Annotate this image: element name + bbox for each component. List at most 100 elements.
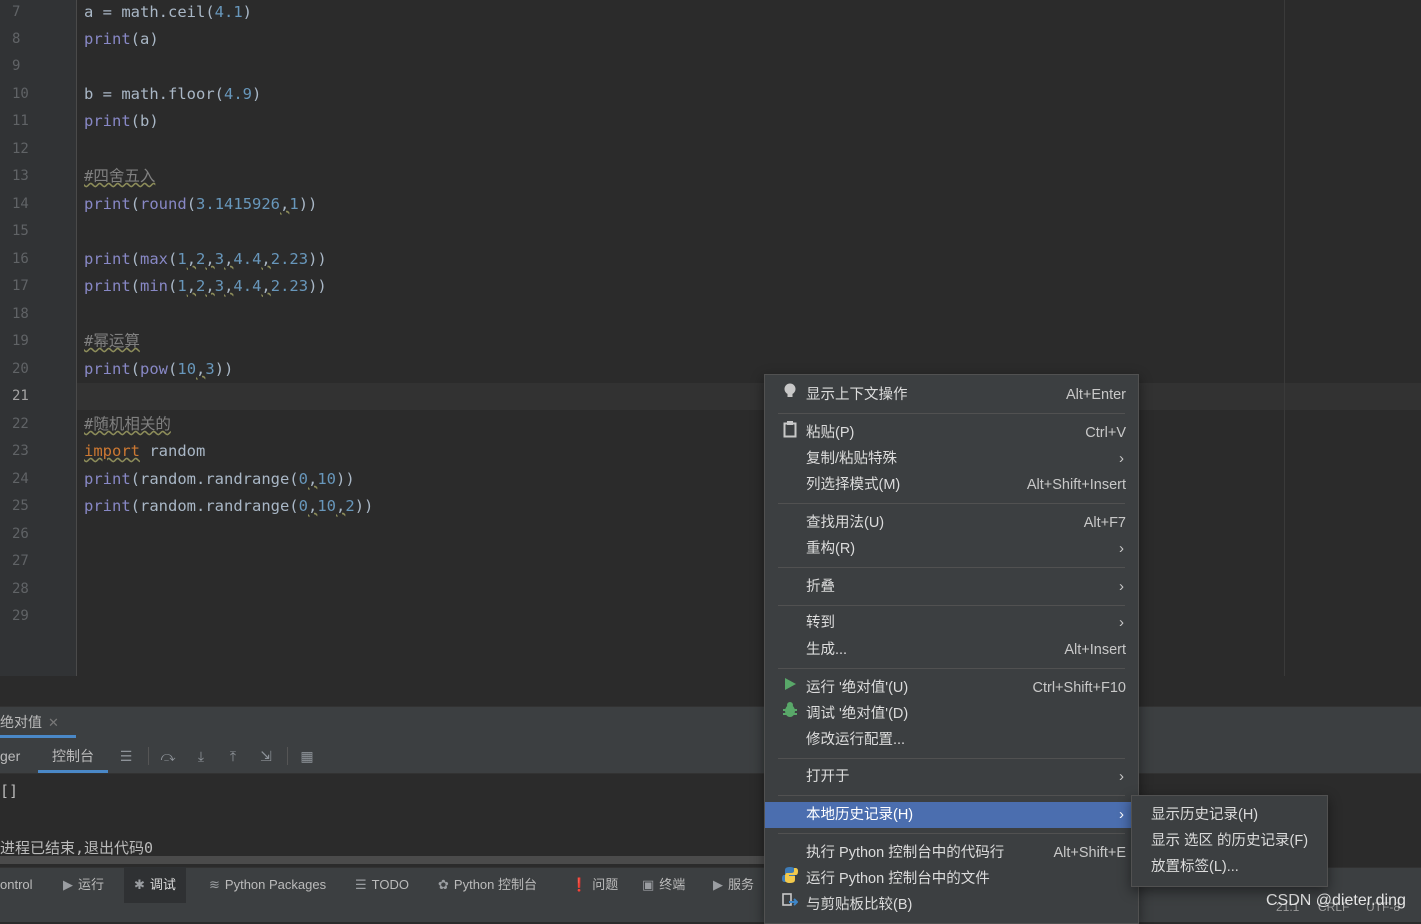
menu-separator (778, 795, 1125, 796)
line-number: 23 (12, 443, 29, 459)
local-history-submenu: 显示历史记录(H) 显示 选区 的历史记录(F) 放置标签(L)... (1131, 795, 1328, 887)
packages-icon: ≋ (209, 877, 220, 892)
tool-version-control[interactable]: ontrol (0, 867, 33, 903)
tool-debug[interactable]: ✱ 调试 (124, 867, 186, 903)
line-number: 25 (12, 498, 29, 514)
menu-separator (778, 503, 1125, 504)
current-line-highlight (77, 383, 1421, 410)
python-icon: ✿ (438, 877, 449, 892)
code-line[interactable]: print(a) (84, 26, 159, 53)
tool-terminal[interactable]: ▣ 终端 (642, 867, 685, 903)
divider (287, 747, 288, 765)
line-number: 27 (12, 553, 29, 569)
debug-icon (781, 701, 799, 728)
tool-python-packages[interactable]: ≋ Python Packages (209, 867, 326, 903)
chevron-right-icon: › (1119, 614, 1124, 631)
divider (148, 747, 149, 765)
chevron-right-icon: › (1119, 806, 1124, 823)
line-number: 26 (12, 526, 29, 542)
submenu-item-put-label[interactable]: 放置标签(L)... (1151, 854, 1239, 880)
menu-item-folding[interactable]: 折叠 › (765, 574, 1138, 600)
code-line[interactable]: a = math.ceil(4.1) (84, 0, 252, 26)
step-out-icon[interactable]: ⤒ (225, 748, 241, 764)
line-number: 24 (12, 471, 29, 487)
terminal-icon: ▣ (642, 877, 655, 892)
menu-item-modify-run-config[interactable]: 修改运行配置... (765, 727, 1138, 753)
menu-item-generate[interactable]: 生成... Alt+Insert (765, 637, 1138, 663)
code-line[interactable]: print(b) (84, 108, 159, 135)
menu-item-compare-clipboard[interactable]: 与剪贴板比较(B) (765, 892, 1138, 918)
tool-run[interactable]: ▶ 运行 (63, 867, 110, 903)
horizontal-scrollbar[interactable] (0, 856, 770, 864)
menu-item-execute-line-in-console[interactable]: 执行 Python 控制台中的代码行 Alt+Shift+E (765, 840, 1138, 866)
run-to-cursor-icon[interactable]: ⇲ (258, 748, 274, 764)
menu-item-run-file-in-console[interactable]: 运行 Python 控制台中的文件 (765, 866, 1138, 892)
line-number: 15 (12, 223, 29, 239)
submenu-item-show-history[interactable]: 显示历史记录(H) (1151, 802, 1258, 828)
line-number: 10 (12, 86, 29, 102)
menu-item-run[interactable]: 运行 '绝对值'(U) Ctrl+Shift+F10 (765, 675, 1138, 701)
tool-problems[interactable]: ❗ 问题 (571, 867, 618, 903)
code-line[interactable]: print(random.randrange(0,10,2)) (84, 493, 373, 520)
menu-item-show-context-actions[interactable]: 显示上下文操作 Alt+Enter (765, 382, 1138, 408)
run-config-tab[interactable]: 绝对值 ✕ (0, 706, 59, 738)
menu-item-paste[interactable]: 粘贴(P) Ctrl+V (765, 420, 1138, 446)
status-bar (0, 903, 1421, 922)
code-line[interactable]: print(max(1,2,3,4.4,2.23)) (84, 246, 327, 273)
todo-icon: ☰ (355, 877, 367, 892)
menu-separator (778, 567, 1125, 568)
line-number: 7 (12, 4, 21, 20)
menu-separator (778, 758, 1125, 759)
menu-item-debug[interactable]: 调试 '绝对值'(D) (765, 701, 1138, 727)
line-number: 22 (12, 416, 29, 432)
menu-item-goto[interactable]: 转到 › (765, 610, 1138, 636)
chevron-right-icon: › (1119, 450, 1124, 467)
console-exit-message: 进程已结束,退出代码0 (0, 839, 154, 857)
console-toolbar: ger 控制台 ☰ ⤼ ⤓ ⤒ ⇲ ▦ (0, 739, 1421, 774)
console-output-line: [] (0, 782, 19, 800)
tab-debugger[interactable]: ger (0, 739, 20, 773)
tool-todo[interactable]: ☰ TODO (355, 867, 409, 903)
line-number-gutter: 7 8 9 10 11 12 13 14 15 16 17 18 19 20 2… (0, 0, 77, 676)
code-line[interactable]: b = math.floor(4.9) (84, 81, 261, 108)
menu-item-copy-paste-special[interactable]: 复制/粘贴特殊 › (765, 446, 1138, 472)
chevron-right-icon: › (1119, 768, 1124, 785)
step-into-icon[interactable]: ⤓ (193, 748, 209, 764)
bulb-icon (781, 382, 799, 409)
active-tab-indicator (0, 735, 76, 738)
code-comment[interactable]: #随机相关的 (84, 411, 171, 438)
line-number: 17 (12, 278, 29, 294)
watermark: CSDN @dieter.ding (1266, 892, 1406, 909)
menu-separator (778, 668, 1125, 669)
tab-console[interactable]: 控制台 (52, 739, 94, 773)
menu-item-find-usages[interactable]: 查找用法(U) Alt+F7 (765, 510, 1138, 536)
evaluate-expression-icon[interactable]: ▦ (299, 748, 315, 764)
clipboard-icon (781, 420, 799, 447)
code-comment[interactable]: #四舍五入 (84, 163, 155, 190)
code-line[interactable]: import random (84, 438, 205, 465)
submenu-item-show-selection-history[interactable]: 显示 选区 的历史记录(F) (1151, 828, 1308, 854)
line-number: 20 (12, 361, 29, 377)
menu-item-column-selection[interactable]: 列选择模式(M) Alt+Shift+Insert (765, 472, 1138, 498)
line-number: 8 (12, 31, 21, 47)
menu-item-local-history[interactable]: 本地历史记录(H) › (765, 802, 1138, 828)
tool-python-console[interactable]: ✿ Python 控制台 (438, 867, 537, 903)
tool-window-header (0, 706, 1421, 739)
problems-icon: ❗ (571, 877, 588, 892)
code-comment[interactable]: #幂运算 (84, 328, 140, 355)
editor-context-menu: 显示上下文操作 Alt+Enter 粘贴(P) Ctrl+V 复制/粘贴特殊 › 列选… (764, 374, 1139, 924)
code-line[interactable]: print(random.randrange(0,10)) (84, 466, 355, 493)
tool-services[interactable]: ▶ 服务 (713, 867, 754, 903)
menu-separator (778, 413, 1125, 414)
close-icon[interactable]: ✕ (48, 715, 59, 730)
menu-item-open-in[interactable]: 打开于 › (765, 764, 1138, 790)
menu-item-refactor[interactable]: 重构(R) › (765, 536, 1138, 562)
code-line[interactable]: print(min(1,2,3,4.4,2.23)) (84, 273, 327, 300)
menu-icon[interactable]: ☰ (118, 748, 134, 764)
line-number: 19 (12, 333, 29, 349)
code-line[interactable]: print(round(3.1415926,1)) (84, 191, 317, 218)
step-over-icon[interactable]: ⤼ (160, 748, 176, 764)
code-line[interactable]: print(pow(10,3)) (84, 356, 233, 383)
menu-separator (778, 833, 1125, 834)
chevron-right-icon: › (1119, 540, 1124, 557)
